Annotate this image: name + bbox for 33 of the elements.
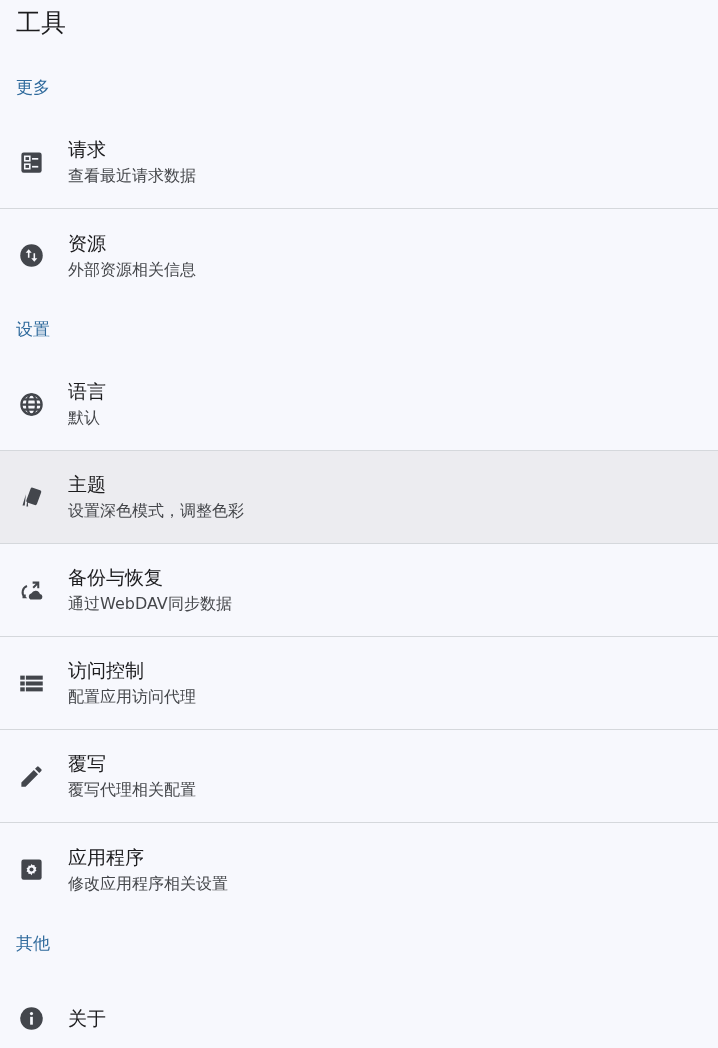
section-header: 其他 <box>15 932 50 955</box>
item-title: 备份与恢复 <box>68 565 164 590</box>
item-subtitle: 覆写代理相关配置 <box>68 780 196 801</box>
settings-item[interactable]: 资源 外部资源相关信息 <box>0 209 718 302</box>
item-subtitle: 查看最近请求数据 <box>68 166 196 187</box>
globe-icon <box>18 390 45 418</box>
settings-item[interactable]: 关于 <box>0 972 718 1048</box>
item-title: 请求 <box>68 137 107 162</box>
item-title: 语言 <box>68 379 106 404</box>
item-subtitle: 配置应用访问代理 <box>68 687 196 708</box>
item-subtitle: 外部资源相关信息 <box>68 259 196 281</box>
swap-icon <box>18 242 45 269</box>
item-subtitle: 设置深色模式，调整色彩 <box>68 501 244 522</box>
settings-icon <box>18 856 45 883</box>
section-header: 更多 <box>15 76 50 99</box>
settings-item[interactable]: 访问控制 配置应用访问代理 <box>0 637 718 730</box>
item-subtitle: 默认 <box>68 408 101 429</box>
item-title: 关于 <box>68 1005 106 1031</box>
item-title: 资源 <box>68 230 107 256</box>
settings-item[interactable]: 应用程序 修改应用程序相关设置 <box>0 823 718 916</box>
item-title: 主题 <box>68 472 107 497</box>
settings-item[interactable]: 覆写 覆写代理相关配置 <box>0 730 718 823</box>
settings-item[interactable]: 备份与恢复 通过WebDAV同步数据 <box>0 544 718 637</box>
item-subtitle: 通过WebDAV同步数据 <box>68 594 232 615</box>
item-title: 应用程序 <box>68 844 145 870</box>
section-header: 设置 <box>15 318 50 341</box>
info-icon <box>18 1005 45 1032</box>
settings-item[interactable]: 请求 查看最近请求数据 <box>0 116 718 209</box>
settings-item[interactable]: 主题 设置深色模式，调整色彩 <box>0 451 718 544</box>
page-title: 工具 <box>15 7 66 39</box>
item-title: 覆写 <box>68 751 107 776</box>
item-subtitle: 修改应用程序相关设置 <box>68 873 228 895</box>
item-title: 访问控制 <box>68 658 145 683</box>
